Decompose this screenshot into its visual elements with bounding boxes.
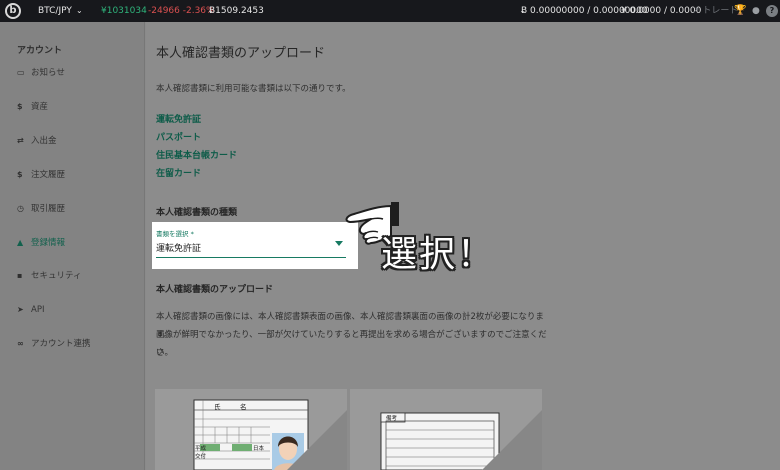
sidebar-item-7[interactable]: ➤ API (17, 301, 137, 319)
last-price: ¥1031034 (101, 6, 147, 16)
page-title: 本人確認書類のアップロード (156, 46, 326, 61)
upload-section-label: 本人確認書類のアップロード (156, 285, 274, 295)
sidebar-item-label: 登録情報 (31, 238, 66, 248)
pair-selector[interactable]: BTC/JPY (38, 0, 72, 22)
license-front-sample[interactable]: 氏 名 平成 日本 交付 (155, 389, 347, 470)
select-underline (156, 257, 346, 258)
sidebar-item-label: セキュリティ (31, 271, 82, 281)
sidebar-item-0[interactable]: ▭ お知らせ (17, 64, 137, 82)
doc-link-license[interactable]: 運転免許証 (156, 112, 201, 125)
sidebar-item-label: 入出金 (31, 136, 57, 146)
sidebar-item-4[interactable]: ◷ 取引履歴 (17, 200, 137, 218)
type-section-label: 本人確認書類の種類 (156, 208, 238, 218)
trophy-icon[interactable]: 🏆 (734, 0, 746, 22)
card-shadow (482, 410, 542, 470)
callout-text: 選択！ (381, 234, 496, 275)
trade-link[interactable]: ↗ トレード (692, 0, 738, 22)
card-shadow (287, 410, 347, 470)
dollar-icon: $ (17, 102, 23, 111)
remarks-label: 備考 (386, 416, 398, 422)
license-country-label: 日本 (253, 446, 265, 452)
jpy-balance: ¥ 0.0000 / 0.0000 (621, 6, 702, 16)
select-caption: 書類を選択 * (156, 230, 194, 238)
sidebar: アカウント ▭ お知らせ $ 資産 ⇄ 入出金 $ 注文履歴 ◷ 取引履歴 ▲ 登録情報 ▪ セキュリティ… (0, 22, 145, 470)
sidebar-item-8[interactable]: ∞ アカウント連携 (17, 335, 137, 353)
sidebar-title: アカウント (17, 46, 63, 56)
inbox-icon: ▭ (17, 68, 25, 77)
sidebar-item-3[interactable]: $ 注文履歴 (17, 166, 137, 184)
sidebar-item-2[interactable]: ⇄ 入出金 (17, 132, 137, 150)
send-icon: ➤ (17, 305, 24, 314)
license-name-label: 氏 (214, 403, 221, 411)
help-icon[interactable]: ? (766, 5, 778, 17)
intro-text: 本人確認書類に利用可能な書類は以下の通りです。 (156, 84, 351, 94)
doc-link-residence-card[interactable]: 在留カード (156, 166, 201, 179)
select-value: 運転免許証 (156, 244, 202, 254)
dollar-icon: $ (17, 170, 23, 179)
clock-icon: ◷ (17, 204, 24, 213)
document-type-select[interactable]: 書類を選択 * 運転免許証 (152, 222, 358, 269)
sidebar-item-label: 注文履歴 (31, 170, 66, 180)
top-bar: b BTC/JPY ⌄ ¥1031034 -24966 -2.36% Ƀ1509… (0, 0, 780, 22)
logo-icon[interactable]: b (5, 3, 21, 19)
doc-link-passport[interactable]: パスポート (156, 130, 201, 143)
description-line-3: い。 (156, 348, 174, 358)
sidebar-item-label: 取引履歴 (31, 204, 66, 214)
sidebar-item-label: アカウント連携 (31, 339, 91, 349)
license-era-label: 平成 (195, 446, 207, 452)
user-icon: ▲ (17, 238, 24, 247)
user-icon[interactable]: ● (752, 0, 760, 22)
sidebar-item-label: API (31, 305, 45, 315)
btc-price: Ƀ1509.2453 (209, 6, 264, 16)
sidebar-item-5[interactable]: ▲ 登録情報 (17, 234, 137, 252)
license-name-label-2: 名 (240, 403, 247, 411)
link-icon: ∞ (17, 339, 24, 348)
transfer-icon: ⇄ (17, 136, 24, 145)
sidebar-item-1[interactable]: $ 資産 (17, 98, 137, 116)
sidebar-item-label: お知らせ (31, 68, 65, 78)
sidebar-item-6[interactable]: ▪ セキュリティ (17, 267, 137, 285)
license-back-sample[interactable]: 備考 (350, 389, 542, 470)
sidebar-item-label: 資産 (31, 102, 49, 112)
price-change: -24966 -2.36% (148, 6, 215, 16)
license-issue-label: 交付 (195, 454, 207, 460)
doc-link-resident-card[interactable]: 住民基本台帳カード (156, 148, 237, 161)
trend-icon: ↗ (692, 6, 700, 16)
chevron-down-icon[interactable]: ⌄ (76, 0, 83, 22)
lock-icon: ▪ (17, 271, 23, 280)
